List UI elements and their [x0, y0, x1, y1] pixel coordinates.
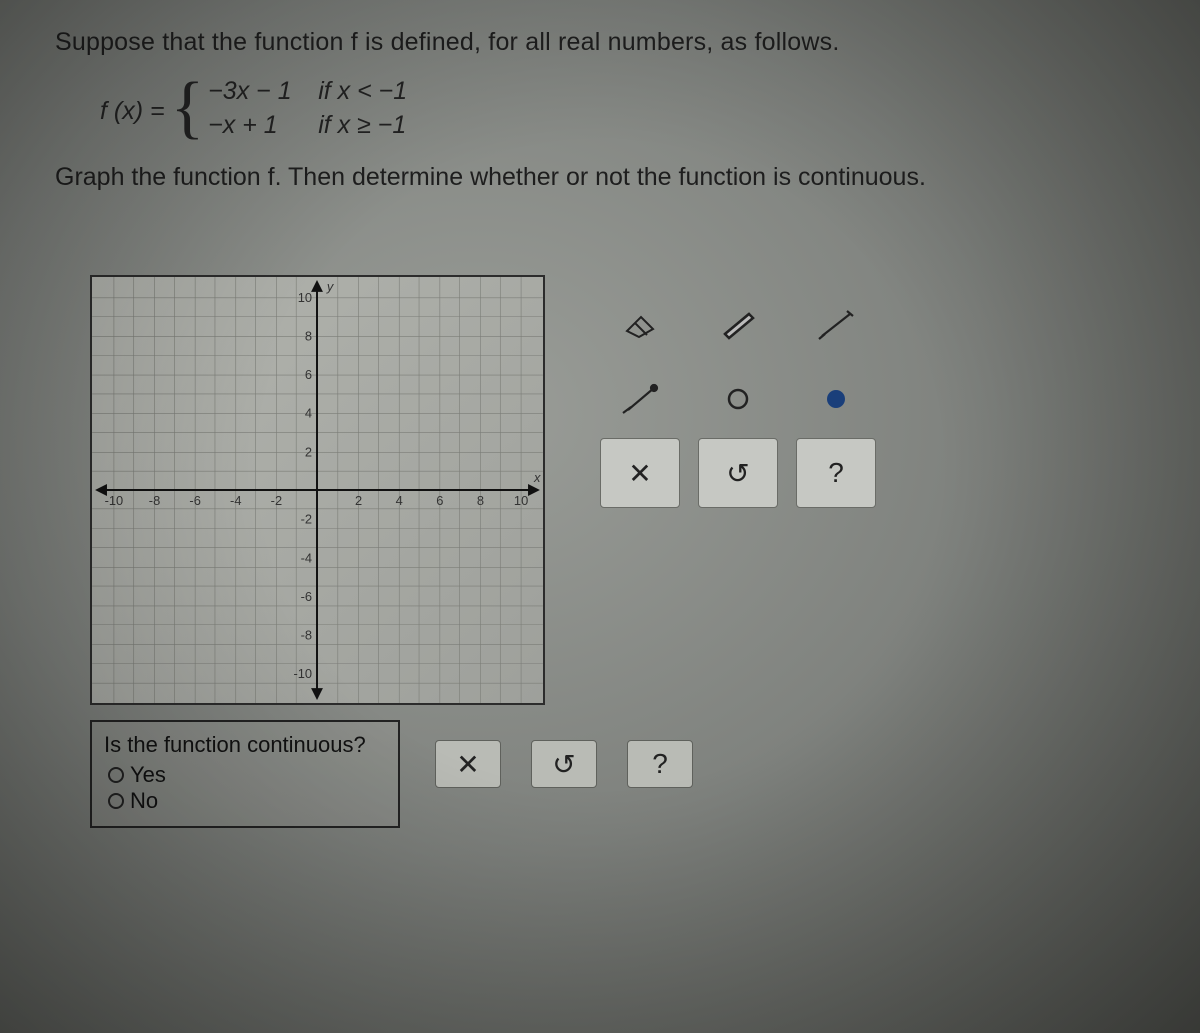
- piece-expr-1: −3x − 1: [208, 77, 308, 106]
- tool-segment-arrows[interactable]: [796, 290, 876, 360]
- radio-yes-label: Yes: [130, 762, 166, 788]
- piece-cond-1: if x < −1: [318, 77, 407, 106]
- piecewise-definition: f (x) = { −3x − 1 if x < −1 −x + 1 if x …: [100, 77, 1160, 145]
- radio-icon: [108, 793, 124, 809]
- xtick: 8: [477, 493, 484, 508]
- radio-no[interactable]: No: [108, 788, 386, 814]
- tool-pencil[interactable]: [698, 290, 778, 360]
- tool-ray[interactable]: [600, 364, 680, 434]
- ytick: -2: [301, 512, 312, 527]
- check-reset-button[interactable]: ↺: [531, 740, 597, 788]
- tool-clear[interactable]: ✕: [600, 438, 680, 508]
- prompt-graph: Graph the function f. Then determine whe…: [55, 163, 1160, 192]
- continuity-question: Is the function continuous?: [104, 732, 386, 758]
- piece-cond-2: if x ≥ −1: [318, 111, 406, 140]
- x-axis-label: x: [533, 470, 541, 485]
- xtick: 2: [355, 493, 362, 508]
- graph-toolbar: ✕ ↺ ?: [600, 290, 876, 508]
- check-help-button[interactable]: ?: [627, 740, 693, 788]
- brace-icon: {: [171, 79, 205, 137]
- ytick: 4: [305, 406, 312, 421]
- graph-canvas[interactable]: -10 -8 -6 -4 -2 2 4 6 8 10 2 4 6 8 10 -2…: [90, 275, 545, 705]
- tool-undo[interactable]: ↺: [698, 438, 778, 508]
- ytick: 8: [305, 328, 312, 343]
- check-clear-button[interactable]: ✕: [435, 740, 501, 788]
- y-axis-label: y: [326, 279, 335, 294]
- ytick: 6: [305, 367, 312, 382]
- piecewise-lhs: f (x) =: [100, 97, 165, 126]
- xtick: -6: [189, 493, 200, 508]
- ytick: 10: [298, 290, 312, 305]
- tool-help[interactable]: ?: [796, 438, 876, 508]
- radio-no-label: No: [130, 788, 158, 814]
- xtick: -2: [271, 493, 282, 508]
- xtick: 10: [514, 493, 528, 508]
- tool-open-point[interactable]: [698, 364, 778, 434]
- answer-action-bar: ✕ ↺ ?: [435, 740, 693, 788]
- xtick: 6: [436, 493, 443, 508]
- xtick: -4: [230, 493, 241, 508]
- xtick: 4: [396, 493, 403, 508]
- ytick: -8: [301, 628, 312, 643]
- xtick: -8: [149, 493, 160, 508]
- radio-yes[interactable]: Yes: [108, 762, 386, 788]
- xtick: -10: [105, 493, 124, 508]
- tool-closed-point[interactable]: [796, 364, 876, 434]
- ytick: 2: [305, 444, 312, 459]
- ytick: -10: [293, 666, 312, 681]
- intro-text: Suppose that the function f is defined, …: [55, 28, 1160, 57]
- ytick: -6: [301, 589, 312, 604]
- ytick: -4: [301, 550, 312, 565]
- radio-icon: [108, 767, 124, 783]
- piece-expr-2: −x + 1: [208, 111, 308, 140]
- continuity-question-box: Is the function continuous? Yes No: [90, 720, 400, 828]
- tool-eraser[interactable]: [600, 290, 680, 360]
